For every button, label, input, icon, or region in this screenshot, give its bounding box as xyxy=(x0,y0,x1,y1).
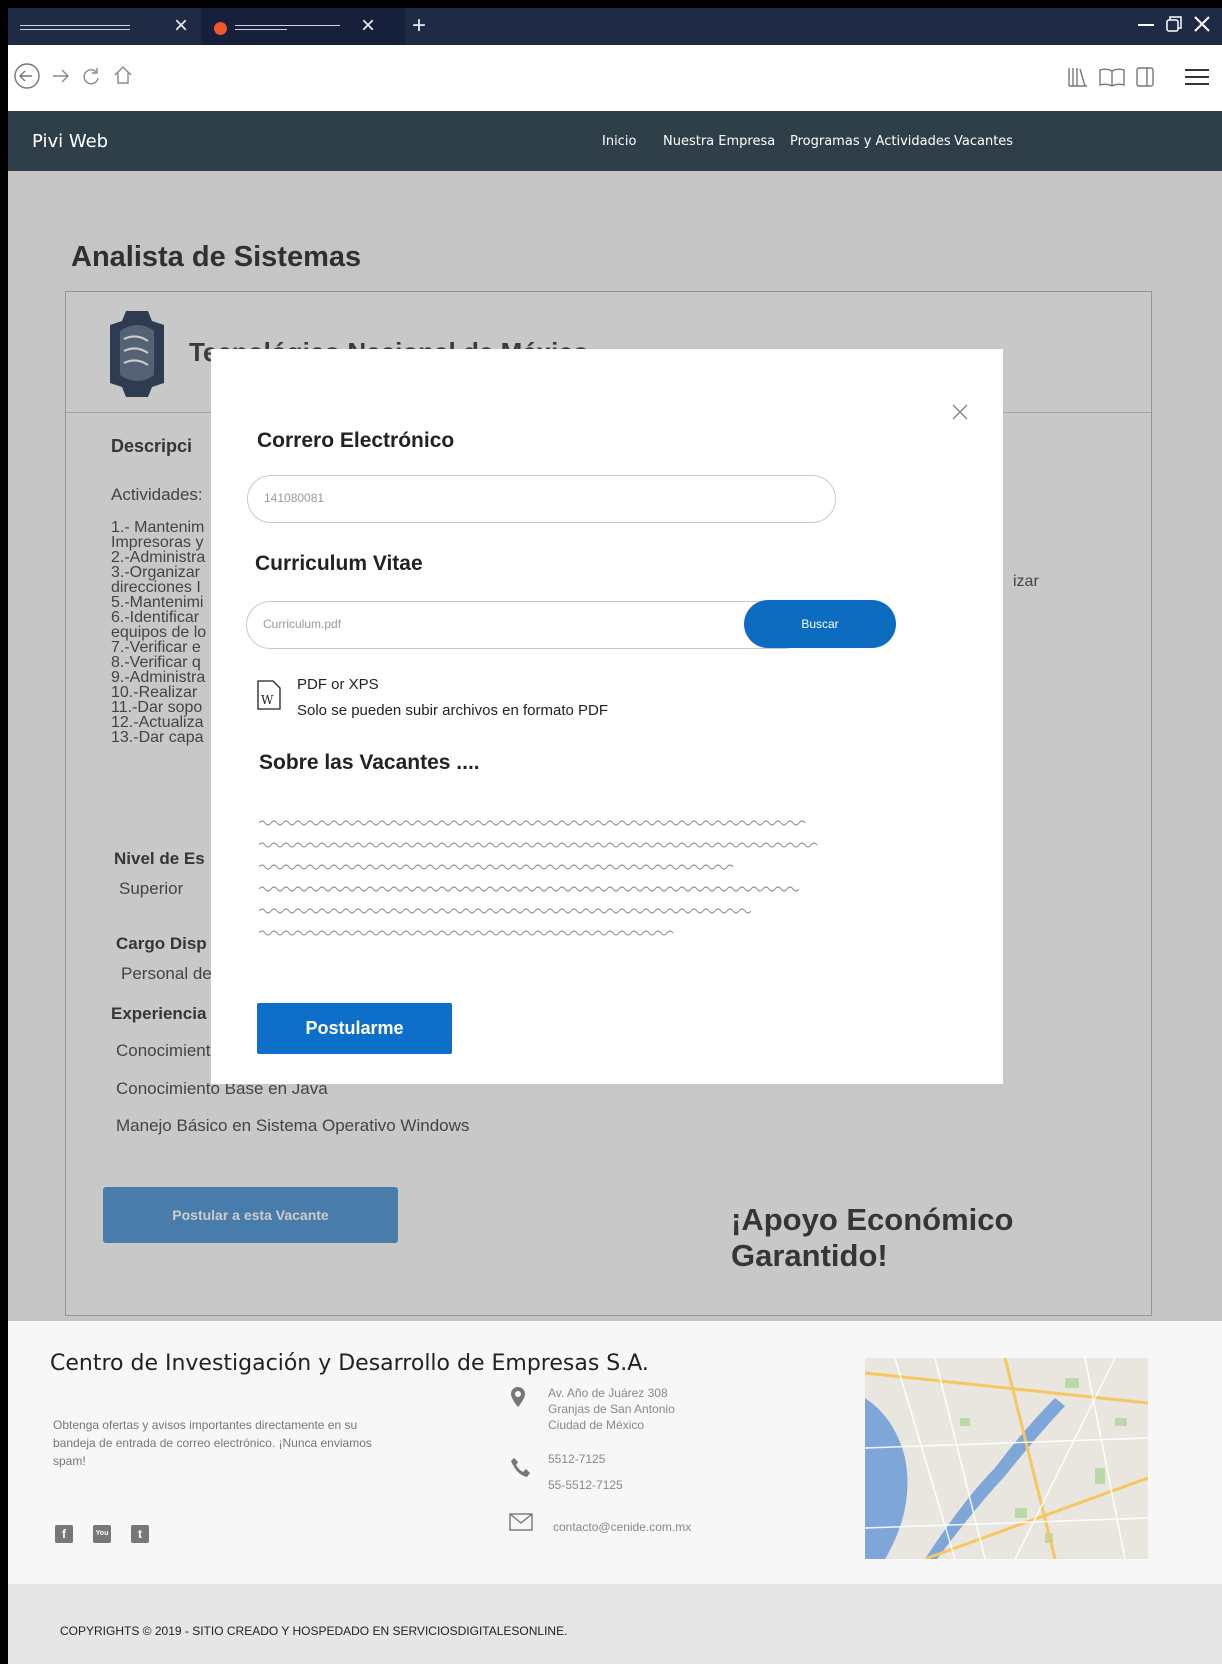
phone-number: 5512-7125 xyxy=(548,1452,606,1466)
cv-label: Curriculum Vitae xyxy=(255,552,423,575)
address-line: Granjas de San Antonio xyxy=(548,1402,675,1416)
browser-window: × × + Pivi Web Inicio Nuestra Empresa Pr… xyxy=(8,8,1222,1664)
site-footer: Centro de Investigación y Desarrollo de … xyxy=(8,1321,1222,1584)
footer-title: Centro de Investigación y Desarrollo de … xyxy=(50,1351,649,1376)
location-pin-icon xyxy=(510,1386,526,1414)
about-vacancies-label: Sobre las Vacantes .... xyxy=(259,751,480,774)
footer-email[interactable]: contacto@cenide.com.mx xyxy=(553,1519,691,1535)
tab-2-title-line-2 xyxy=(235,29,287,30)
reader-icon[interactable] xyxy=(1098,65,1126,93)
minimize-icon[interactable] xyxy=(1136,14,1156,40)
phone-icon xyxy=(510,1457,530,1483)
apply-button[interactable]: Postularme xyxy=(257,1003,452,1054)
email-field[interactable]: 141080081 xyxy=(247,475,836,523)
nav-link-programas[interactable]: Programas y Actividades xyxy=(790,134,951,149)
address-line: Av. Año de Juárez 308 xyxy=(548,1386,668,1400)
brand-logo-text[interactable]: Pivi Web xyxy=(32,131,108,152)
browser-tab-1[interactable]: × xyxy=(8,8,202,45)
browser-toolbar xyxy=(8,45,1222,111)
home-icon[interactable] xyxy=(112,64,134,90)
phone-number: 55-5512-7125 xyxy=(548,1478,623,1492)
placeholder-text-scribble xyxy=(259,820,818,936)
youtube-icon[interactable]: You xyxy=(93,1525,111,1543)
restore-icon[interactable] xyxy=(1164,14,1184,40)
new-tab-icon[interactable]: + xyxy=(412,12,426,40)
location-map[interactable] xyxy=(865,1358,1148,1559)
close-modal-icon[interactable] xyxy=(951,401,969,427)
email-field-value: 141080081 xyxy=(264,491,325,505)
application-modal: Correro Electrónico 141080081 Curriculum… xyxy=(211,349,1003,1084)
forward-icon[interactable] xyxy=(50,65,72,91)
facebook-icon[interactable]: f xyxy=(55,1525,73,1543)
nav-link-inicio[interactable]: Inicio xyxy=(602,134,636,149)
tab-1-title-line-2 xyxy=(20,29,130,30)
nav-link-vacantes[interactable]: Vacantes xyxy=(954,134,1013,149)
mail-icon xyxy=(509,1513,533,1537)
browser-tab-2[interactable]: × xyxy=(201,8,405,45)
back-icon[interactable] xyxy=(12,61,42,95)
email-label: Correro Electrónico xyxy=(257,429,455,452)
browse-button[interactable]: Buscar xyxy=(744,600,896,648)
reload-icon[interactable] xyxy=(80,65,102,91)
site-header: Pivi Web Inicio Nuestra Empresa Programa… xyxy=(8,111,1222,171)
document-icon: W xyxy=(257,680,281,710)
footer-description: Obtenga ofertas y avisos importantes dir… xyxy=(53,1418,372,1468)
address-line: Ciudad de México xyxy=(548,1418,645,1432)
svg-text:W: W xyxy=(261,693,274,707)
twitter-icon[interactable]: t xyxy=(131,1525,149,1543)
close-tab-icon[interactable]: × xyxy=(174,13,188,39)
tab-1-title-line xyxy=(20,25,130,26)
tab-bar: × × + xyxy=(8,8,1222,45)
file-format-note: Solo se pueden subir archivos en formato… xyxy=(297,702,608,719)
close-tab-icon[interactable]: × xyxy=(361,13,375,39)
copyright-text: COPYRIGHTS © 2019 - SITIO CREADO Y HOSPE… xyxy=(60,1624,568,1638)
close-window-icon[interactable] xyxy=(1192,14,1212,40)
file-type-label: PDF or XPS xyxy=(297,676,379,693)
cv-file-field[interactable]: Curriculum.pdf xyxy=(246,601,808,649)
sidebar-icon[interactable] xyxy=(1134,65,1156,93)
copyright-bar: COPYRIGHTS © 2019 - SITIO CREADO Y HOSPE… xyxy=(8,1584,1222,1664)
nav-link-nuestra-empresa[interactable]: Nuestra Empresa xyxy=(663,134,775,149)
cv-file-value: Curriculum.pdf xyxy=(263,617,342,631)
tab-2-title-line xyxy=(235,25,340,26)
hamburger-icon[interactable] xyxy=(1183,65,1211,93)
firefox-icon xyxy=(214,22,227,35)
library-icon[interactable] xyxy=(1066,65,1090,93)
